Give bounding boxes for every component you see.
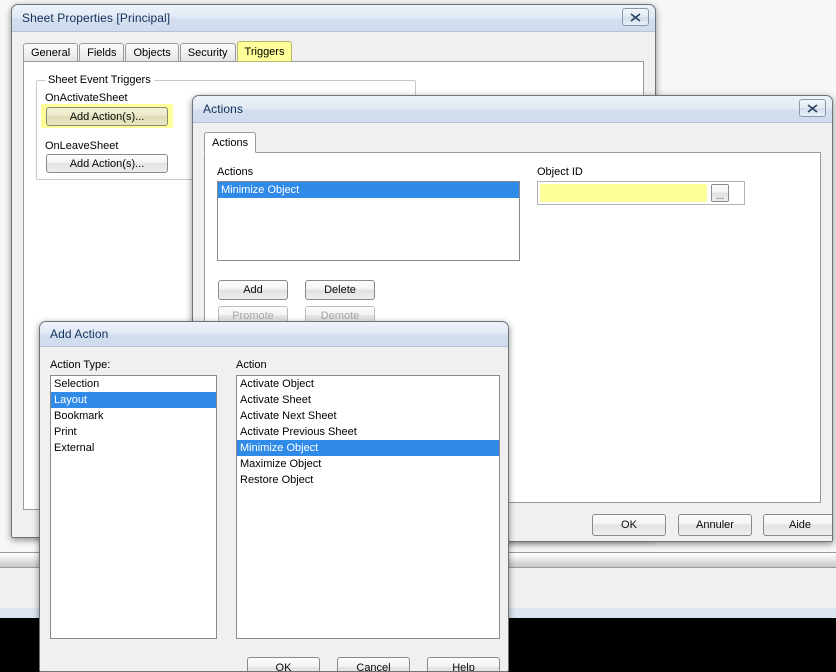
actions-title: Actions <box>203 102 244 116</box>
action-type-listbox[interactable]: Selection Layout Bookmark Print External <box>50 375 217 639</box>
list-item-label: Activate Next Sheet <box>240 410 337 422</box>
sheet-event-triggers-group-title: Sheet Event Triggers <box>45 74 154 86</box>
onactivatesheet-add-actions-button[interactable]: Add Action(s)... <box>46 107 168 126</box>
list-item[interactable]: Print <box>51 424 216 440</box>
tab-objects-label: Objects <box>133 47 171 59</box>
list-item[interactable]: Layout <box>51 392 216 408</box>
add-action-ok-label: OK <box>275 661 292 672</box>
list-item[interactable]: Activate Next Sheet <box>237 408 499 424</box>
action-listbox[interactable]: Activate Object Activate Sheet Activate … <box>236 375 500 639</box>
add-action-title: Add Action <box>50 327 109 341</box>
onactivatesheet-add-actions-label: Add Action(s)... <box>69 110 145 123</box>
action-label: Action <box>236 359 267 371</box>
onleavesheet-label: OnLeaveSheet <box>45 140 119 152</box>
tab-security-label: Security <box>187 47 228 59</box>
actions-help-button[interactable]: Aide <box>763 514 832 536</box>
delete-button[interactable]: Delete <box>305 280 375 300</box>
list-item-label: Selection <box>54 378 100 390</box>
add-action-cancel-button[interactable]: Cancel <box>337 657 410 672</box>
actions-ok-label: OK <box>621 519 637 531</box>
add-button[interactable]: Add <box>218 280 288 300</box>
tab-triggers[interactable]: Triggers <box>236 41 293 62</box>
list-item-label: Activate Object <box>240 378 314 390</box>
list-item[interactable]: Selection <box>51 376 216 392</box>
list-item-label: Bookmark <box>54 410 104 422</box>
actions-listbox[interactable]: Minimize Object <box>217 181 520 261</box>
list-item-label: Restore Object <box>240 474 314 486</box>
tab-actions-label: Actions <box>212 137 249 149</box>
object-id-input[interactable] <box>540 184 707 202</box>
delete-button-label: Delete <box>324 284 356 296</box>
list-item[interactable]: Activate Sheet <box>237 392 499 408</box>
list-item-label: Activate Sheet <box>240 394 311 406</box>
actions-ok-button[interactable]: OK <box>592 514 666 536</box>
actions-titlebar[interactable]: Actions <box>193 96 832 123</box>
add-action-ok-button[interactable]: OK <box>247 657 320 672</box>
list-item-label: Activate Previous Sheet <box>240 426 357 438</box>
tab-fields[interactable]: Fields <box>79 43 125 62</box>
tab-fields-label: Fields <box>87 47 117 59</box>
list-item[interactable]: Minimize Object <box>218 182 519 198</box>
add-action-help-label: Help <box>452 661 475 672</box>
action-type-label: Action Type: <box>50 359 111 371</box>
list-item[interactable]: External <box>51 440 216 456</box>
onactivatesheet-label: OnActivateSheet <box>45 92 128 104</box>
object-id-browse-label: ... <box>715 191 725 202</box>
tab-triggers-label: Triggers <box>244 46 285 58</box>
tab-objects[interactable]: Objects <box>125 43 179 62</box>
list-item-label: Minimize Object <box>221 184 300 196</box>
actions-tabstrip: Actions <box>204 132 257 153</box>
actions-cancel-label: Annuler <box>696 519 734 531</box>
tab-actions[interactable]: Actions <box>204 132 257 153</box>
list-item[interactable]: Activate Object <box>237 376 499 392</box>
object-id-browse-button[interactable]: ... <box>711 184 729 202</box>
tab-general[interactable]: General <box>23 43 79 62</box>
list-item[interactable]: Bookmark <box>51 408 216 424</box>
add-button-label: Add <box>243 284 263 296</box>
object-id-label: Object ID <box>537 166 583 178</box>
add-action-window[interactable]: Add Action Action Type: Action Selection… <box>39 321 509 672</box>
list-item[interactable]: Activate Previous Sheet <box>237 424 499 440</box>
list-item-label: Maximize Object <box>240 458 322 470</box>
screen: Sheet Properties [Principal] General Fie… <box>0 0 836 672</box>
add-action-help-button[interactable]: Help <box>427 657 500 672</box>
sheet-properties-title: Sheet Properties [Principal] <box>22 11 171 25</box>
list-item-label: Layout <box>54 394 88 406</box>
actions-help-label: Aide <box>788 519 812 531</box>
list-item[interactable]: Maximize Object <box>237 456 499 472</box>
tab-general-label: General <box>31 47 71 59</box>
list-item[interactable]: Restore Object <box>237 472 499 488</box>
onleavesheet-add-actions-label: Add Action(s)... <box>69 157 145 170</box>
close-icon[interactable] <box>622 8 649 26</box>
tab-security[interactable]: Security <box>179 43 236 62</box>
close-icon[interactable] <box>799 99 826 117</box>
list-item[interactable]: Minimize Object <box>237 440 499 456</box>
actions-cancel-button[interactable]: Annuler <box>678 514 752 536</box>
add-action-titlebar[interactable]: Add Action <box>40 322 508 347</box>
list-item-label: Print <box>54 426 77 438</box>
object-id-field-wrap: ... <box>537 181 745 205</box>
sheet-properties-titlebar[interactable]: Sheet Properties [Principal] <box>12 5 655 32</box>
list-item-label: Minimize Object <box>240 442 319 454</box>
list-item-label: External <box>54 442 95 454</box>
add-action-body: Action Type: Action Selection Layout Boo… <box>40 347 508 671</box>
actions-list-label: Actions <box>217 166 254 178</box>
add-action-cancel-label: Cancel <box>356 661 391 672</box>
onleavesheet-add-actions-button[interactable]: Add Action(s)... <box>46 154 168 173</box>
sheet-properties-tabstrip: General Fields Objects Security Triggers <box>23 41 293 62</box>
